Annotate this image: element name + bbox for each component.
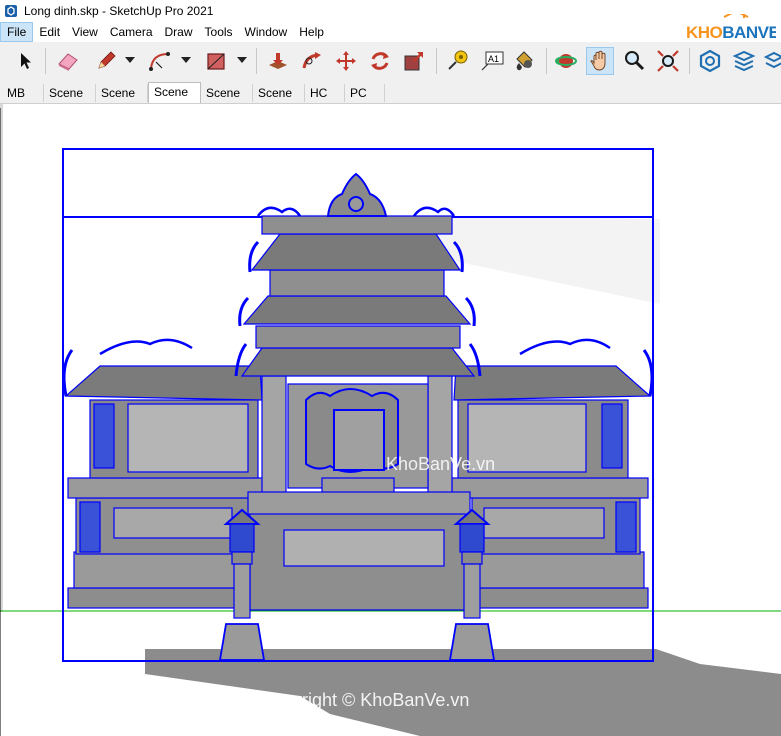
text-tool-button[interactable]: A1 — [478, 47, 506, 75]
rectangle-icon — [207, 53, 225, 70]
chevron-down-icon[interactable] — [236, 54, 248, 66]
rectangle-tool-button[interactable] — [202, 47, 230, 75]
layers-icon — [732, 50, 756, 72]
follow-me-icon — [302, 52, 321, 69]
tab-scene-6[interactable]: Scene 6 — [148, 82, 201, 117]
menu-draw[interactable]: Draw — [159, 22, 199, 42]
eraser-icon — [58, 53, 78, 71]
window-title: Long dinh.skp - SketchUp Pro 2021 — [24, 4, 214, 18]
model-viewport[interactable]: KhoBanVe.vn Copyright © KhoBanVe.vn — [0, 104, 781, 736]
tab-scene-7[interactable]: Scene 7 — [201, 84, 253, 118]
tab-hc[interactable]: HC — [305, 84, 345, 102]
extension-warehouse-tool-button[interactable] — [696, 47, 724, 75]
center-watermark: KhoBanVe.vn — [386, 454, 495, 474]
zoom-tool-button[interactable] — [620, 47, 648, 75]
rotate-icon — [371, 52, 389, 70]
follow-me-tool-button[interactable] — [298, 47, 326, 75]
sandbox-icon — [764, 51, 781, 69]
magnifier-icon — [625, 51, 645, 71]
text-label-icon: A1 — [481, 51, 504, 71]
push-pull-tool-button[interactable] — [264, 47, 292, 75]
scale-icon — [404, 52, 423, 71]
menu-file[interactable]: File — [0, 22, 34, 42]
text-tool-label: A1 — [488, 54, 499, 64]
select-tool-button[interactable] — [12, 47, 40, 75]
arc-tool-button[interactable] — [146, 47, 174, 75]
sandbox-tool-button[interactable] — [760, 47, 781, 75]
sketchup-app-icon — [5, 5, 17, 17]
zoom-extents-tool-button[interactable] — [654, 47, 682, 75]
layers-tool-button[interactable] — [730, 47, 758, 75]
tape-measure-tool-button[interactable] — [444, 47, 472, 75]
toolbar-separator — [45, 48, 46, 74]
tab-pc[interactable]: PC — [345, 84, 385, 102]
hand-pan-icon — [590, 50, 606, 71]
tab-scene-5[interactable]: Scene 5 — [44, 84, 96, 118]
push-pull-icon — [269, 53, 287, 69]
main-toolbar: A1 — [0, 42, 781, 83]
model-canvas[interactable]: KhoBanVe.vn Copyright © KhoBanVe.vn — [0, 104, 781, 736]
move-tool-button[interactable] — [332, 47, 360, 75]
title-bar: Long dinh.skp - SketchUp Pro 2021 — [0, 0, 781, 22]
paint-bucket-icon — [516, 51, 533, 71]
scene-tabs: MB Scene 5 Scene 8 Scene 6 Scene 7 Scene… — [0, 82, 781, 118]
toolbar-separator — [546, 48, 547, 74]
menu-bar: File Edit View Camera Draw Tools Window … — [0, 22, 781, 42]
tab-mb[interactable]: MB — [2, 84, 44, 102]
tab-scene-4[interactable]: Scene 4 — [253, 84, 305, 118]
extension-warehouse-icon — [699, 49, 721, 73]
toolbar-separator — [689, 48, 690, 74]
toolbar-separator — [436, 48, 437, 74]
pan-tool-button[interactable] — [586, 47, 614, 75]
tab-scene-8[interactable]: Scene 8 — [96, 84, 148, 118]
eraser-tool-button[interactable] — [54, 47, 82, 75]
arc-icon — [149, 52, 170, 71]
chevron-down-icon[interactable] — [124, 54, 136, 66]
svg-text:KHOBANVE: KHOBANVE — [686, 23, 776, 42]
menu-window[interactable]: Window — [239, 22, 294, 42]
menu-edit[interactable]: Edit — [33, 22, 66, 42]
menu-camera[interactable]: Camera — [104, 22, 159, 42]
menu-tools[interactable]: Tools — [199, 22, 239, 42]
menu-view[interactable]: View — [66, 22, 104, 42]
pencil-icon — [98, 51, 116, 69]
paint-bucket-tool-button[interactable] — [510, 47, 538, 75]
rotate-tool-button[interactable] — [366, 47, 394, 75]
scale-tool-button[interactable] — [400, 47, 428, 75]
copyright-watermark: Copyright © KhoBanVe.vn — [260, 690, 469, 710]
chevron-down-icon[interactable] — [180, 54, 192, 66]
menu-help[interactable]: Help — [293, 22, 330, 42]
khobanve-logo: KHOBANVE — [686, 9, 780, 44]
orbit-icon — [555, 54, 577, 68]
pencil-line-tool-button[interactable] — [92, 47, 120, 75]
tape-measure-icon — [448, 50, 468, 70]
arrow-cursor-icon — [21, 53, 31, 69]
orbit-tool-button[interactable] — [552, 47, 580, 75]
zoom-extents-icon — [657, 50, 679, 72]
move-icon — [336, 51, 356, 71]
toolbar-separator — [256, 48, 257, 74]
